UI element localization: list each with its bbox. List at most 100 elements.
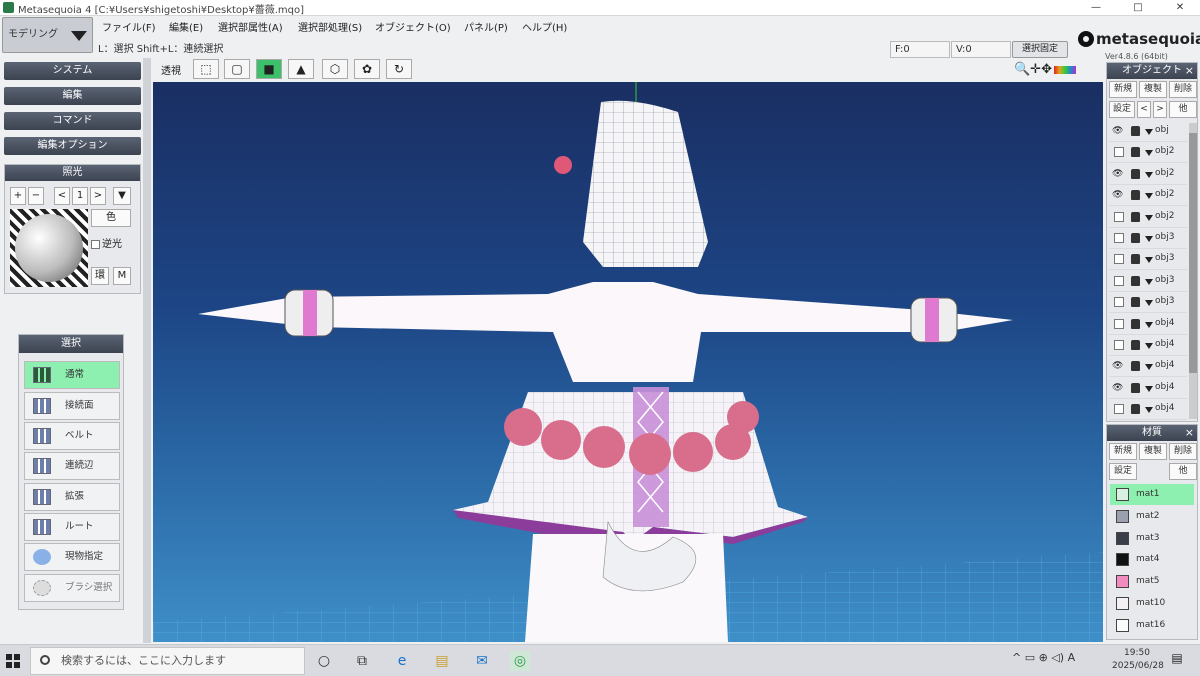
- copy-material-button[interactable]: 複製: [1139, 443, 1167, 460]
- delete-object-button[interactable]: 削除: [1169, 81, 1197, 98]
- eye-icon[interactable]: 👁: [1112, 126, 1124, 136]
- remove-light-button[interactable]: −: [28, 187, 44, 205]
- lock-icon[interactable]: [1131, 275, 1140, 286]
- frame-icon[interactable]: ▢: [224, 59, 250, 79]
- maximize-button[interactable]: □: [1124, 0, 1152, 16]
- object-list-scrollbar[interactable]: [1189, 123, 1197, 419]
- file-explorer-icon[interactable]: ▤: [432, 651, 452, 671]
- chevron-down-icon[interactable]: [1145, 407, 1153, 414]
- next-light-button[interactable]: >: [90, 187, 106, 205]
- eye-icon[interactable]: 👁: [1112, 383, 1124, 393]
- minimize-button[interactable]: —: [1082, 0, 1110, 16]
- chevron-down-icon[interactable]: [1145, 321, 1153, 328]
- select-expand[interactable]: 拡張: [24, 483, 120, 511]
- visibility-checkbox[interactable]: [1114, 211, 1124, 222]
- select-belt[interactable]: ベルト: [24, 422, 120, 450]
- lock-icon[interactable]: [1131, 254, 1140, 265]
- visibility-checkbox[interactable]: [1114, 404, 1124, 415]
- backlight-checkbox[interactable]: 逆光: [91, 235, 122, 250]
- visibility-checkbox[interactable]: [1114, 254, 1124, 265]
- material-row[interactable]: mat4: [1110, 549, 1194, 570]
- lock-icon[interactable]: [1131, 211, 1140, 222]
- menu-edit[interactable]: 編集(E): [169, 19, 203, 34]
- chevron-down-icon[interactable]: [1145, 171, 1153, 178]
- edge-icon[interactable]: e: [392, 651, 412, 671]
- select-rect-icon[interactable]: ⬚: [193, 59, 219, 79]
- lock-icon[interactable]: [1131, 126, 1140, 136]
- select-connected-face[interactable]: 接続面: [24, 392, 120, 420]
- select-normal[interactable]: 通常: [24, 361, 120, 389]
- metasequoia-taskbar-icon[interactable]: ◎: [510, 651, 530, 671]
- left-splitter[interactable]: [143, 58, 151, 643]
- select-brush[interactable]: ブラシ選択: [24, 574, 120, 602]
- chevron-down-icon[interactable]: [1145, 278, 1153, 285]
- material-row[interactable]: mat1: [1110, 484, 1194, 505]
- clock[interactable]: 19:50 2025/06/28: [1112, 647, 1164, 673]
- material-row[interactable]: mat5: [1110, 571, 1194, 592]
- object-row[interactable]: 👁 obj2: [1109, 164, 1187, 185]
- menu-help[interactable]: ヘルプ(H): [522, 19, 567, 34]
- lock-icon[interactable]: [1131, 297, 1140, 308]
- view-nav-controls[interactable]: 🔍✛✥: [1014, 62, 1076, 77]
- system-panel-button[interactable]: システム: [4, 62, 141, 80]
- zoom-move-rotate-icon[interactable]: 🔍✛✥: [1014, 62, 1052, 77]
- chevron-down-icon[interactable]: [1145, 214, 1153, 221]
- lock-icon[interactable]: [1131, 382, 1140, 393]
- object-row[interactable]: 👁 obj: [1109, 121, 1187, 142]
- palette-icon[interactable]: [1053, 65, 1076, 74]
- system-tray[interactable]: ^ ▭ ⊕ ◁) A: [1012, 651, 1075, 664]
- lock-icon[interactable]: [1131, 318, 1140, 329]
- object-row[interactable]: obj2: [1109, 142, 1187, 164]
- cone-icon[interactable]: ▲: [288, 59, 314, 79]
- material-row[interactable]: mat10: [1110, 593, 1194, 614]
- menu-selection-attr[interactable]: 選択部属性(A): [218, 19, 283, 34]
- close-button[interactable]: ✕: [1166, 0, 1194, 16]
- refresh-icon[interactable]: ↻: [386, 59, 412, 79]
- visibility-checkbox[interactable]: [1114, 318, 1124, 329]
- eye-icon[interactable]: 👁: [1112, 169, 1124, 179]
- menu-selection-process[interactable]: 選択部処理(S): [298, 19, 362, 34]
- visibility-checkbox[interactable]: [1114, 340, 1124, 350]
- material-row[interactable]: mat2: [1110, 506, 1194, 527]
- task-view-icon[interactable]: ⧉: [352, 651, 372, 671]
- menu-file[interactable]: ファイル(F): [102, 19, 156, 34]
- close-icon[interactable]: ×: [1185, 63, 1194, 79]
- lock-icon[interactable]: [1131, 147, 1140, 158]
- material-settings-button[interactable]: 設定: [1109, 463, 1137, 480]
- menu-panel[interactable]: パネル(P): [464, 19, 508, 34]
- light-menu-button[interactable]: ▼: [113, 187, 131, 205]
- chevron-down-icon[interactable]: [1145, 150, 1153, 157]
- object-next-button[interactable]: >: [1153, 101, 1167, 118]
- object-row[interactable]: obj2: [1109, 207, 1187, 228]
- object-row[interactable]: obj3: [1109, 292, 1187, 314]
- lock-icon[interactable]: [1131, 233, 1140, 243]
- light-color-button[interactable]: 色: [91, 209, 131, 227]
- chevron-down-icon[interactable]: [1145, 364, 1153, 371]
- material-other-button[interactable]: 他: [1169, 463, 1197, 480]
- chevron-down-icon[interactable]: [1145, 343, 1153, 349]
- object-row[interactable]: obj4: [1109, 399, 1187, 421]
- edit-panel-button[interactable]: 編集: [4, 87, 141, 105]
- select-continuous-edge[interactable]: 連続辺: [24, 452, 120, 480]
- lock-icon[interactable]: [1131, 404, 1140, 415]
- new-material-button[interactable]: 新規: [1109, 443, 1137, 460]
- add-light-button[interactable]: +: [10, 187, 26, 205]
- lock-icon[interactable]: [1131, 190, 1140, 201]
- scroll-thumb[interactable]: [1189, 133, 1197, 373]
- select-current[interactable]: 現物指定: [24, 543, 120, 571]
- object-prev-button[interactable]: <: [1137, 101, 1151, 118]
- object-settings-button[interactable]: 設定: [1109, 101, 1135, 118]
- environment-button[interactable]: 環: [91, 267, 109, 285]
- mode-dropdown[interactable]: モデリング: [2, 17, 93, 53]
- object-row[interactable]: obj4: [1109, 314, 1187, 335]
- object-row[interactable]: 👁 obj4: [1109, 356, 1187, 378]
- cube-icon[interactable]: ⬡: [322, 59, 348, 79]
- light-preview-sphere[interactable]: [10, 209, 88, 287]
- visibility-checkbox[interactable]: [1114, 147, 1124, 158]
- chevron-down-icon[interactable]: [1145, 193, 1153, 200]
- visibility-checkbox[interactable]: [1114, 275, 1124, 286]
- copy-object-button[interactable]: 複製: [1139, 81, 1167, 98]
- notification-icon[interactable]: ▤: [1168, 651, 1186, 669]
- object-other-button[interactable]: 他: [1169, 101, 1197, 118]
- windows-start-icon[interactable]: [6, 654, 20, 668]
